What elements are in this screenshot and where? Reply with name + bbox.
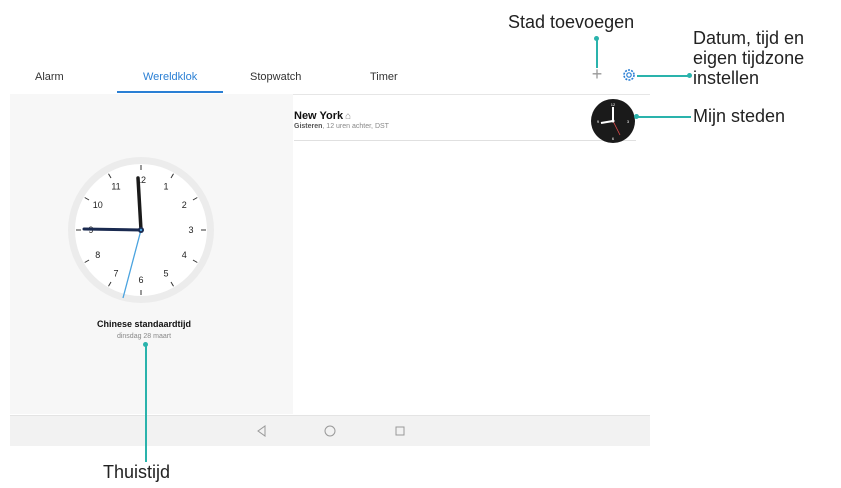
clock-numeral: 4: [182, 250, 187, 260]
clock-app-screen: Alarm Wereldklok Stopwatch Timer + New Y…: [10, 60, 650, 446]
active-tab-indicator: [117, 91, 223, 93]
square-recents-icon[interactable]: [393, 424, 407, 438]
annotation-settings-line1: Datum, tijd en: [693, 28, 805, 48]
clock-numeral: 1: [163, 182, 168, 192]
annotation-settings-line3: instellen: [693, 68, 760, 88]
callout-dot-add-city: [594, 36, 599, 41]
tab-bar: Alarm Wereldklok Stopwatch Timer +: [10, 60, 650, 95]
svg-text:12: 12: [611, 102, 616, 107]
annotation-home-time: Thuistijd: [103, 462, 171, 482]
divider: [294, 140, 636, 141]
callout-dot-my-cities: [634, 114, 639, 119]
mini-clock-icon: 12369: [591, 99, 635, 143]
back-triangle-icon[interactable]: [255, 424, 269, 438]
annotation-add-city: Stad toevoegen: [508, 12, 635, 32]
clock-numeral: 11: [111, 182, 120, 192]
circle-home-icon[interactable]: [323, 424, 337, 438]
city-day: Gisteren: [294, 123, 323, 130]
annotation-my-cities: Mijn steden: [693, 106, 786, 126]
clock-numeral: 2: [182, 200, 187, 210]
callout-dot-home-time: [143, 342, 148, 347]
callout-line-my-cities: [636, 116, 691, 118]
clock-numeral: 5: [163, 268, 168, 278]
home-timezone-label: Chinese standaardtijd: [96, 319, 192, 329]
city-offset: Gisteren, 12 uren achter, DST: [294, 123, 389, 130]
home-icon: ⌂: [345, 111, 352, 122]
home-date-label: dinsdag 28 maart: [116, 333, 172, 340]
home-analog-clock: 121234567891011: [68, 157, 214, 303]
clock-numeral: 10: [93, 200, 103, 210]
city-row-new-york[interactable]: New York ⌂: [294, 106, 351, 124]
callout-dot-settings: [687, 73, 692, 78]
clock-numeral: 8: [95, 250, 100, 260]
gear-icon[interactable]: [621, 67, 637, 83]
annotation-settings-line2: eigen tijdzone: [693, 48, 805, 68]
clock-numeral: 3: [188, 225, 193, 235]
tab-world-clock[interactable]: Wereldklok: [143, 71, 197, 83]
clock-numeral: 6: [138, 275, 143, 285]
callout-line-add-city: [596, 38, 598, 68]
callout-line-settings: [637, 75, 691, 77]
tab-alarm[interactable]: Alarm: [35, 71, 64, 83]
tab-timer[interactable]: Timer: [370, 71, 398, 83]
clock-numeral: 7: [113, 268, 118, 278]
city-offset-text: , 12 uren achter, DST: [322, 123, 389, 130]
city-name: New York: [294, 110, 344, 122]
tab-stopwatch[interactable]: Stopwatch: [250, 71, 301, 83]
callout-line-home-time: [145, 344, 147, 462]
navigation-bar: [10, 415, 650, 446]
